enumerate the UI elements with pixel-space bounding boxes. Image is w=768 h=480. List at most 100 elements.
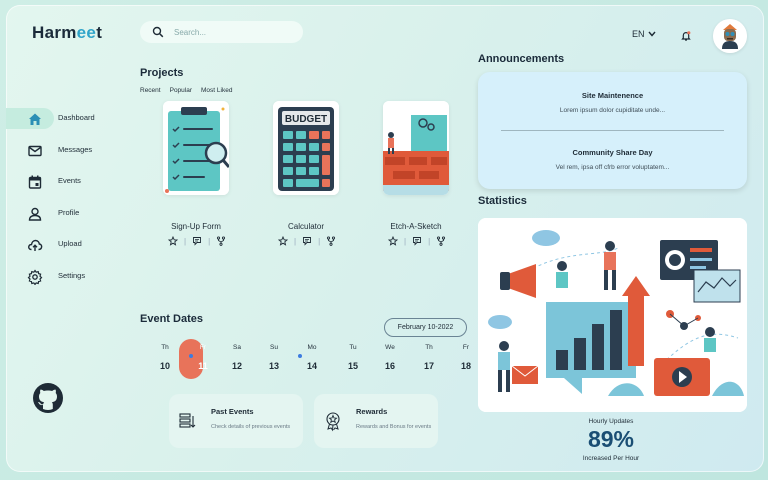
award-icon bbox=[326, 412, 340, 432]
day-name: Tu bbox=[349, 344, 357, 351]
announcement-title: Community Share Day bbox=[572, 148, 653, 157]
calculator-illustration: BUDGET bbox=[273, 101, 339, 195]
filter-recent[interactable]: Recent bbox=[140, 87, 161, 94]
event-dates-heading: Event Dates bbox=[140, 313, 203, 325]
sidebar-nav: Dashboard Messages Events Profile Upload… bbox=[6, 108, 136, 298]
announcement-desc: Lorem ipsum dolor cupiditate unde... bbox=[559, 107, 666, 114]
day-item[interactable]: Su 13 bbox=[250, 339, 279, 379]
gear-icon bbox=[27, 269, 43, 285]
day-item[interactable]: Tu 15 bbox=[329, 339, 358, 379]
stack-icon bbox=[179, 413, 196, 428]
fork-icon[interactable] bbox=[326, 236, 336, 246]
day-item[interactable]: We 16 bbox=[366, 339, 395, 379]
sidebar-item-dashboard[interactable]: Dashboard bbox=[6, 108, 136, 129]
fork-icon[interactable] bbox=[216, 236, 226, 246]
day-date: 10 bbox=[159, 361, 170, 371]
project-filters: Recent Popular Most Liked bbox=[140, 87, 232, 94]
chevron-down-icon bbox=[647, 31, 656, 37]
bell-icon[interactable] bbox=[680, 30, 692, 42]
filter-most-liked[interactable]: Most Liked bbox=[201, 87, 232, 94]
etch-a-sketch-illustration bbox=[383, 101, 449, 195]
divider bbox=[501, 130, 724, 131]
star-icon[interactable] bbox=[278, 236, 288, 246]
event-dot bbox=[189, 354, 193, 358]
hourly-updates-label: Hourly Updates bbox=[588, 418, 634, 425]
statistics-value: 89% bbox=[587, 426, 635, 452]
day-date: 13 bbox=[268, 361, 279, 371]
sidebar-item-label: Profile bbox=[58, 207, 80, 217]
app-logo[interactable]: Harmeet bbox=[32, 23, 102, 43]
avatar-illustration bbox=[713, 19, 747, 53]
logo-accent-text: ee bbox=[76, 23, 97, 42]
statistics-heading: Statistics bbox=[478, 195, 527, 207]
day-date: 11 bbox=[198, 361, 208, 371]
project-card-calculator[interactable]: BUDGET bbox=[273, 101, 339, 195]
project-card-actions: | | bbox=[388, 236, 446, 246]
announcement-item[interactable]: Community Share Day Vel rem, ipsa off cf… bbox=[478, 148, 747, 171]
sidebar-item-settings[interactable]: Settings bbox=[6, 266, 136, 287]
project-card-etch-a-sketch[interactable] bbox=[383, 101, 449, 195]
calendar-icon bbox=[28, 175, 42, 189]
language-label: EN bbox=[632, 29, 645, 39]
day-item[interactable]: Fr 18 bbox=[442, 339, 471, 379]
star-icon[interactable] bbox=[168, 236, 178, 246]
github-icon[interactable] bbox=[32, 382, 64, 414]
day-date: 15 bbox=[347, 361, 358, 371]
app-window: Harmeet Dashboard Messages Events Profil… bbox=[6, 5, 764, 472]
language-selector[interactable]: EN bbox=[632, 29, 656, 39]
past-events-card[interactable]: Past Events Check details of previous ev… bbox=[169, 394, 303, 448]
statistics-illustration bbox=[478, 218, 747, 412]
day-item[interactable]: Mo 14 bbox=[288, 339, 317, 379]
sidebar-item-events[interactable]: Events bbox=[6, 171, 136, 192]
past-events-title: Past Events bbox=[211, 407, 254, 416]
comment-icon[interactable] bbox=[412, 236, 422, 246]
rewards-title: Rewards bbox=[356, 407, 388, 416]
project-card-title: Calculator bbox=[287, 222, 324, 231]
sidebar-item-label: Messages bbox=[58, 144, 93, 154]
rewards-card[interactable]: Rewards Rewards and Bonus for events bbox=[314, 394, 438, 448]
search-icon[interactable] bbox=[152, 26, 164, 38]
day-item[interactable]: Th 10 bbox=[141, 339, 170, 379]
avatar[interactable] bbox=[713, 19, 747, 53]
logo-text: Harm bbox=[32, 23, 77, 42]
project-card-signup[interactable] bbox=[163, 101, 229, 195]
search-bar bbox=[140, 21, 303, 43]
day-item-selected[interactable]: Fr 11 bbox=[179, 339, 208, 379]
sidebar-item-upload[interactable]: Upload bbox=[6, 234, 136, 255]
cloud-upload-icon bbox=[28, 240, 43, 252]
sidebar-item-label: Settings bbox=[58, 270, 86, 280]
day-name: Fr bbox=[199, 344, 207, 351]
day-item[interactable]: Sa 12 bbox=[213, 339, 242, 379]
sidebar-item-label: Dashboard bbox=[58, 113, 95, 122]
day-name: Sa bbox=[233, 344, 241, 351]
fork-icon[interactable] bbox=[436, 236, 446, 246]
sidebar-item-messages[interactable]: Messages bbox=[6, 140, 136, 161]
day-date: 18 bbox=[460, 361, 471, 371]
announcement-desc: Vel rem, ipsa off cfrb error voluptatem.… bbox=[555, 164, 670, 171]
comment-icon[interactable] bbox=[192, 236, 202, 246]
date-picker-button[interactable]: February 10-2022 bbox=[384, 318, 467, 337]
day-item[interactable]: Th 17 bbox=[405, 339, 434, 379]
day-name: Th bbox=[425, 344, 433, 351]
search-input[interactable] bbox=[174, 25, 294, 39]
sidebar-item-label: Upload bbox=[58, 239, 82, 249]
announcements-heading: Announcements bbox=[478, 53, 565, 65]
past-events-desc: Check details of previous events bbox=[211, 424, 291, 430]
day-name: We bbox=[385, 344, 395, 351]
project-card-actions: | | bbox=[168, 236, 226, 246]
user-icon bbox=[28, 207, 42, 221]
announcement-item[interactable]: Site Maintenence Lorem ipsum dolor cupid… bbox=[478, 91, 747, 114]
rewards-desc: Rewards and Bonus for events bbox=[356, 424, 432, 430]
day-name: Mo bbox=[307, 344, 317, 351]
projects-heading: Projects bbox=[140, 67, 184, 79]
day-name: Fr bbox=[462, 344, 470, 351]
project-card-title: Sign-Up Form bbox=[171, 222, 221, 231]
day-date: 12 bbox=[231, 361, 242, 371]
star-icon[interactable] bbox=[388, 236, 398, 246]
day-strip: Th 10 Fr 11 Sa 12 Su 13 Mo 14 Tu 15 We 16 Th 17 … bbox=[141, 339, 471, 379]
project-card-title: Etch-A-Sketch bbox=[390, 222, 442, 231]
sidebar-item-label: Events bbox=[58, 176, 81, 186]
comment-icon[interactable] bbox=[302, 236, 312, 246]
sidebar-item-profile[interactable]: Profile bbox=[6, 203, 136, 224]
filter-popular[interactable]: Popular bbox=[170, 87, 192, 94]
